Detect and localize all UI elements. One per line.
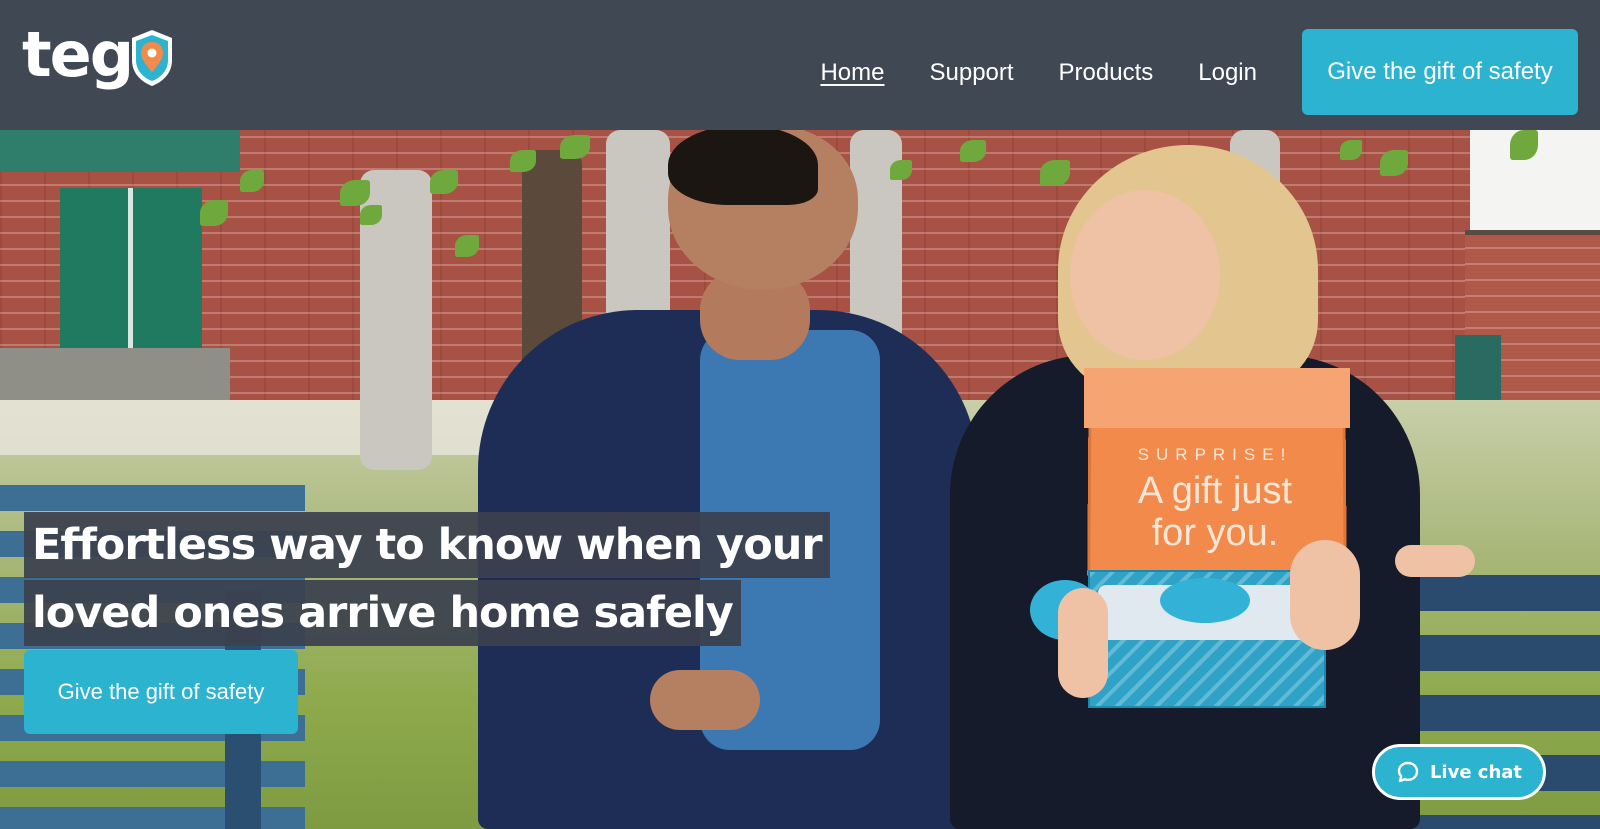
hero-headline: Effortless way to know when your loved o… (24, 512, 830, 648)
nav-login-link[interactable]: Login (1198, 59, 1257, 87)
gift-box-tagline: SURPRISE! (1137, 445, 1293, 464)
site-header: teg Home Support Products Login Give the… (0, 0, 1600, 130)
nav-support-link[interactable]: Support (929, 59, 1013, 87)
main-nav: Home Support Products Login Give the gif… (820, 29, 1578, 116)
location-pin-icon (132, 30, 173, 86)
live-chat-button[interactable]: Live chat (1372, 744, 1546, 800)
hero-gift-button[interactable]: Give the gift of safety (24, 650, 298, 734)
nav-products-link[interactable]: Products (1059, 59, 1154, 87)
chat-bubble-icon (1397, 761, 1419, 783)
walkway (0, 400, 560, 455)
hero-headline-line-2: loved ones arrive home safely (24, 580, 741, 646)
logo-wordmark: teg (22, 18, 134, 91)
hero-headline-line-1: Effortless way to know when your (24, 512, 830, 578)
tego-logo[interactable]: teg (22, 22, 176, 88)
gift-box-message: A gift just for you. (1137, 470, 1293, 554)
green-door-left (60, 188, 202, 348)
live-chat-label: Live chat (1429, 761, 1523, 783)
entrance-steps (0, 348, 230, 403)
awning (0, 130, 240, 172)
header-gift-button[interactable]: Give the gift of safety (1302, 29, 1578, 115)
nav-home-link[interactable]: Home (820, 59, 884, 87)
